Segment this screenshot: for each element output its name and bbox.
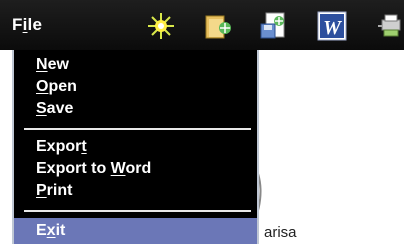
menu-item-exit-label-end: it [55,222,66,239]
menu-item-exit-mnemonic: x [46,222,56,239]
menu-item-export-mnemonic: t [81,138,87,155]
svg-text:W: W [323,17,342,39]
menu-separator [24,128,251,130]
menu-item-exit-label-start: E [36,222,47,239]
folder-icon[interactable] [203,10,235,42]
save-document-icon[interactable] [258,10,290,42]
menu-item-print[interactable]: Print [14,179,257,202]
menu-item-exit[interactable]: Exit [14,218,257,244]
menu-item-save-mnemonic: S [36,100,47,117]
background-partial-text: arisa [264,224,297,241]
menu-separator [24,210,251,212]
menu-item-save-label: ave [46,100,74,117]
menu-item-new[interactable]: New [14,53,257,76]
file-menu-button[interactable]: File [12,15,42,35]
menu-item-export-to-word[interactable]: Export to Word [14,157,257,180]
menu-item-export[interactable]: Export [14,135,257,158]
menu-item-open-mnemonic: O [36,78,49,95]
menu-item-export-to-word-mnemonic: W [110,160,126,177]
menu-item-new-label: ew [47,56,69,73]
menu-item-open-label: pen [48,78,77,95]
menubar: File W [0,0,404,50]
menu-item-print-mnemonic: P [36,182,47,199]
word-icon[interactable]: W [316,10,348,42]
menu-item-print-label: rint [46,182,73,199]
sparkle-icon[interactable] [145,10,177,42]
file-label-prefix: F [12,15,23,34]
menu-item-new-mnemonic: N [36,56,48,73]
menu-item-save[interactable]: Save [14,97,257,120]
app-window: arisa File W New Open Save Export Export… [0,0,404,244]
menu-item-open[interactable]: Open [14,75,257,98]
menu-item-export-label: Expor [36,138,82,155]
file-label-suffix: le [27,15,43,34]
network-icon[interactable] [374,10,404,42]
menu-item-export-to-word-label-start: Export to [36,160,111,177]
menu-item-export-to-word-label-end: ord [125,160,152,177]
file-dropdown-menu: New Open Save Export Export to Word Prin… [12,50,259,244]
